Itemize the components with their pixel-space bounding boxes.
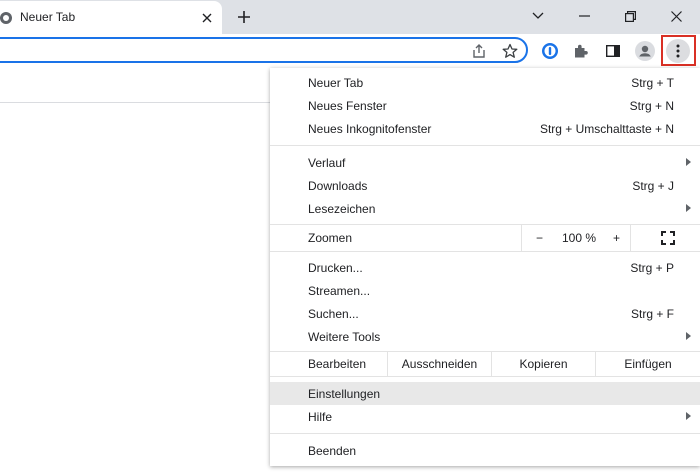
chrome-favicon-icon [0, 12, 12, 24]
tab-close-icon[interactable] [197, 8, 217, 28]
chrome-main-menu: Neuer Tab Strg + T Neues Fenster Strg + … [270, 68, 700, 466]
bookmark-star-icon[interactable] [498, 39, 522, 63]
profile-avatar-icon[interactable] [633, 39, 657, 63]
menu-item-label: Neues Fenster [308, 99, 387, 113]
address-bar[interactable] [0, 37, 528, 63]
menu-item-shortcut: Strg + J [632, 179, 674, 193]
close-icon [670, 10, 682, 22]
zoom-in-button[interactable]: + [613, 231, 620, 245]
menu-item-shortcut: Strg + T [631, 76, 674, 90]
menu-item-print[interactable]: Drucken... Strg + P [270, 256, 700, 279]
menu-divider [270, 433, 700, 434]
restore-button[interactable] [607, 0, 653, 32]
toolbar [0, 34, 700, 69]
copy-button[interactable]: Kopieren [491, 351, 595, 376]
submenu-arrow-icon [686, 332, 691, 340]
menu-item-history[interactable]: Verlauf [270, 151, 700, 174]
submenu-arrow-icon [686, 412, 691, 420]
menu-divider [270, 376, 700, 377]
restore-icon [624, 10, 636, 22]
bookmarks-bar-divider [0, 102, 270, 103]
menu-item-label: Einstellungen [308, 387, 381, 401]
tab-neuer-tab[interactable]: Neuer Tab [0, 1, 222, 34]
menu-divider [270, 145, 700, 146]
menu-item-label: Hilfe [308, 410, 333, 424]
menu-item-shortcut: Strg + F [630, 307, 674, 321]
new-tab-button[interactable] [231, 5, 257, 29]
paste-button[interactable]: Einfügen [595, 351, 700, 376]
minimize-icon [578, 15, 590, 17]
more-vert-icon [676, 44, 680, 58]
menu-item-label: Lesezeichen [308, 202, 376, 216]
menu-item-new-tab[interactable]: Neuer Tab Strg + T [270, 71, 700, 94]
menu-item-label: Beenden [308, 444, 357, 458]
tab-title: Neuer Tab [20, 10, 76, 24]
menu-item-label: Suchen... [308, 307, 359, 321]
password-manager-icon[interactable] [538, 39, 562, 63]
menu-item-exit[interactable]: Beenden [270, 439, 700, 462]
menu-item-find[interactable]: Suchen... Strg + F [270, 302, 700, 325]
menu-divider [270, 251, 700, 252]
menu-item-bookmarks[interactable]: Lesezeichen [270, 197, 700, 220]
menu-item-cast[interactable]: Streamen... [270, 279, 700, 302]
minimize-button[interactable] [561, 0, 607, 32]
chrome-menu-button[interactable] [666, 39, 690, 63]
submenu-arrow-icon [686, 204, 691, 212]
menu-item-shortcut: Strg + Umschalttaste + N [539, 122, 674, 136]
menu-item-downloads[interactable]: Downloads Strg + J [270, 174, 700, 197]
menu-item-new-incognito-window[interactable]: Neues Inkognitofenster Strg + Umschaltta… [270, 117, 700, 140]
title-bar: Neuer Tab [0, 0, 700, 34]
menu-item-label: Streamen... [308, 284, 371, 298]
menu-item-shortcut: Strg + P [630, 261, 674, 275]
edit-label: Bearbeiten [308, 357, 367, 371]
zoom-controls: − 100 % + [521, 225, 631, 251]
menu-item-label: Downloads [308, 179, 368, 193]
tab-search-button[interactable] [515, 0, 561, 32]
menu-item-label: Neuer Tab [308, 76, 364, 90]
menu-item-help[interactable]: Hilfe [270, 405, 700, 428]
menu-item-shortcut: Strg + N [629, 99, 674, 113]
cut-button[interactable]: Ausschneiden [387, 351, 491, 376]
zoom-row: Zoomen − 100 % + [270, 225, 700, 251]
menu-item-label: Verlauf [308, 156, 346, 170]
share-icon[interactable] [467, 39, 491, 63]
chevron-down-icon [532, 12, 544, 19]
menu-item-label: Drucken... [308, 261, 363, 275]
menu-item-new-window[interactable]: Neues Fenster Strg + N [270, 94, 700, 117]
menu-item-label: Weitere Tools [308, 330, 381, 344]
side-panel-icon[interactable] [601, 39, 625, 63]
submenu-arrow-icon [686, 158, 691, 166]
extensions-puzzle-icon[interactable] [569, 39, 593, 63]
plus-icon [238, 11, 250, 23]
zoom-label: Zoomen [308, 231, 353, 245]
close-window-button[interactable] [653, 0, 699, 32]
menu-item-settings[interactable]: Einstellungen [270, 382, 700, 405]
fullscreen-icon[interactable] [661, 231, 675, 245]
menu-item-label: Neues Inkognitofenster [308, 122, 432, 136]
zoom-out-button[interactable]: − [536, 231, 543, 245]
zoom-level-value: 100 % [562, 231, 597, 245]
menu-item-more-tools[interactable]: Weitere Tools [270, 325, 700, 348]
edit-row: Bearbeiten Ausschneiden Kopieren Einfüge… [270, 351, 700, 376]
